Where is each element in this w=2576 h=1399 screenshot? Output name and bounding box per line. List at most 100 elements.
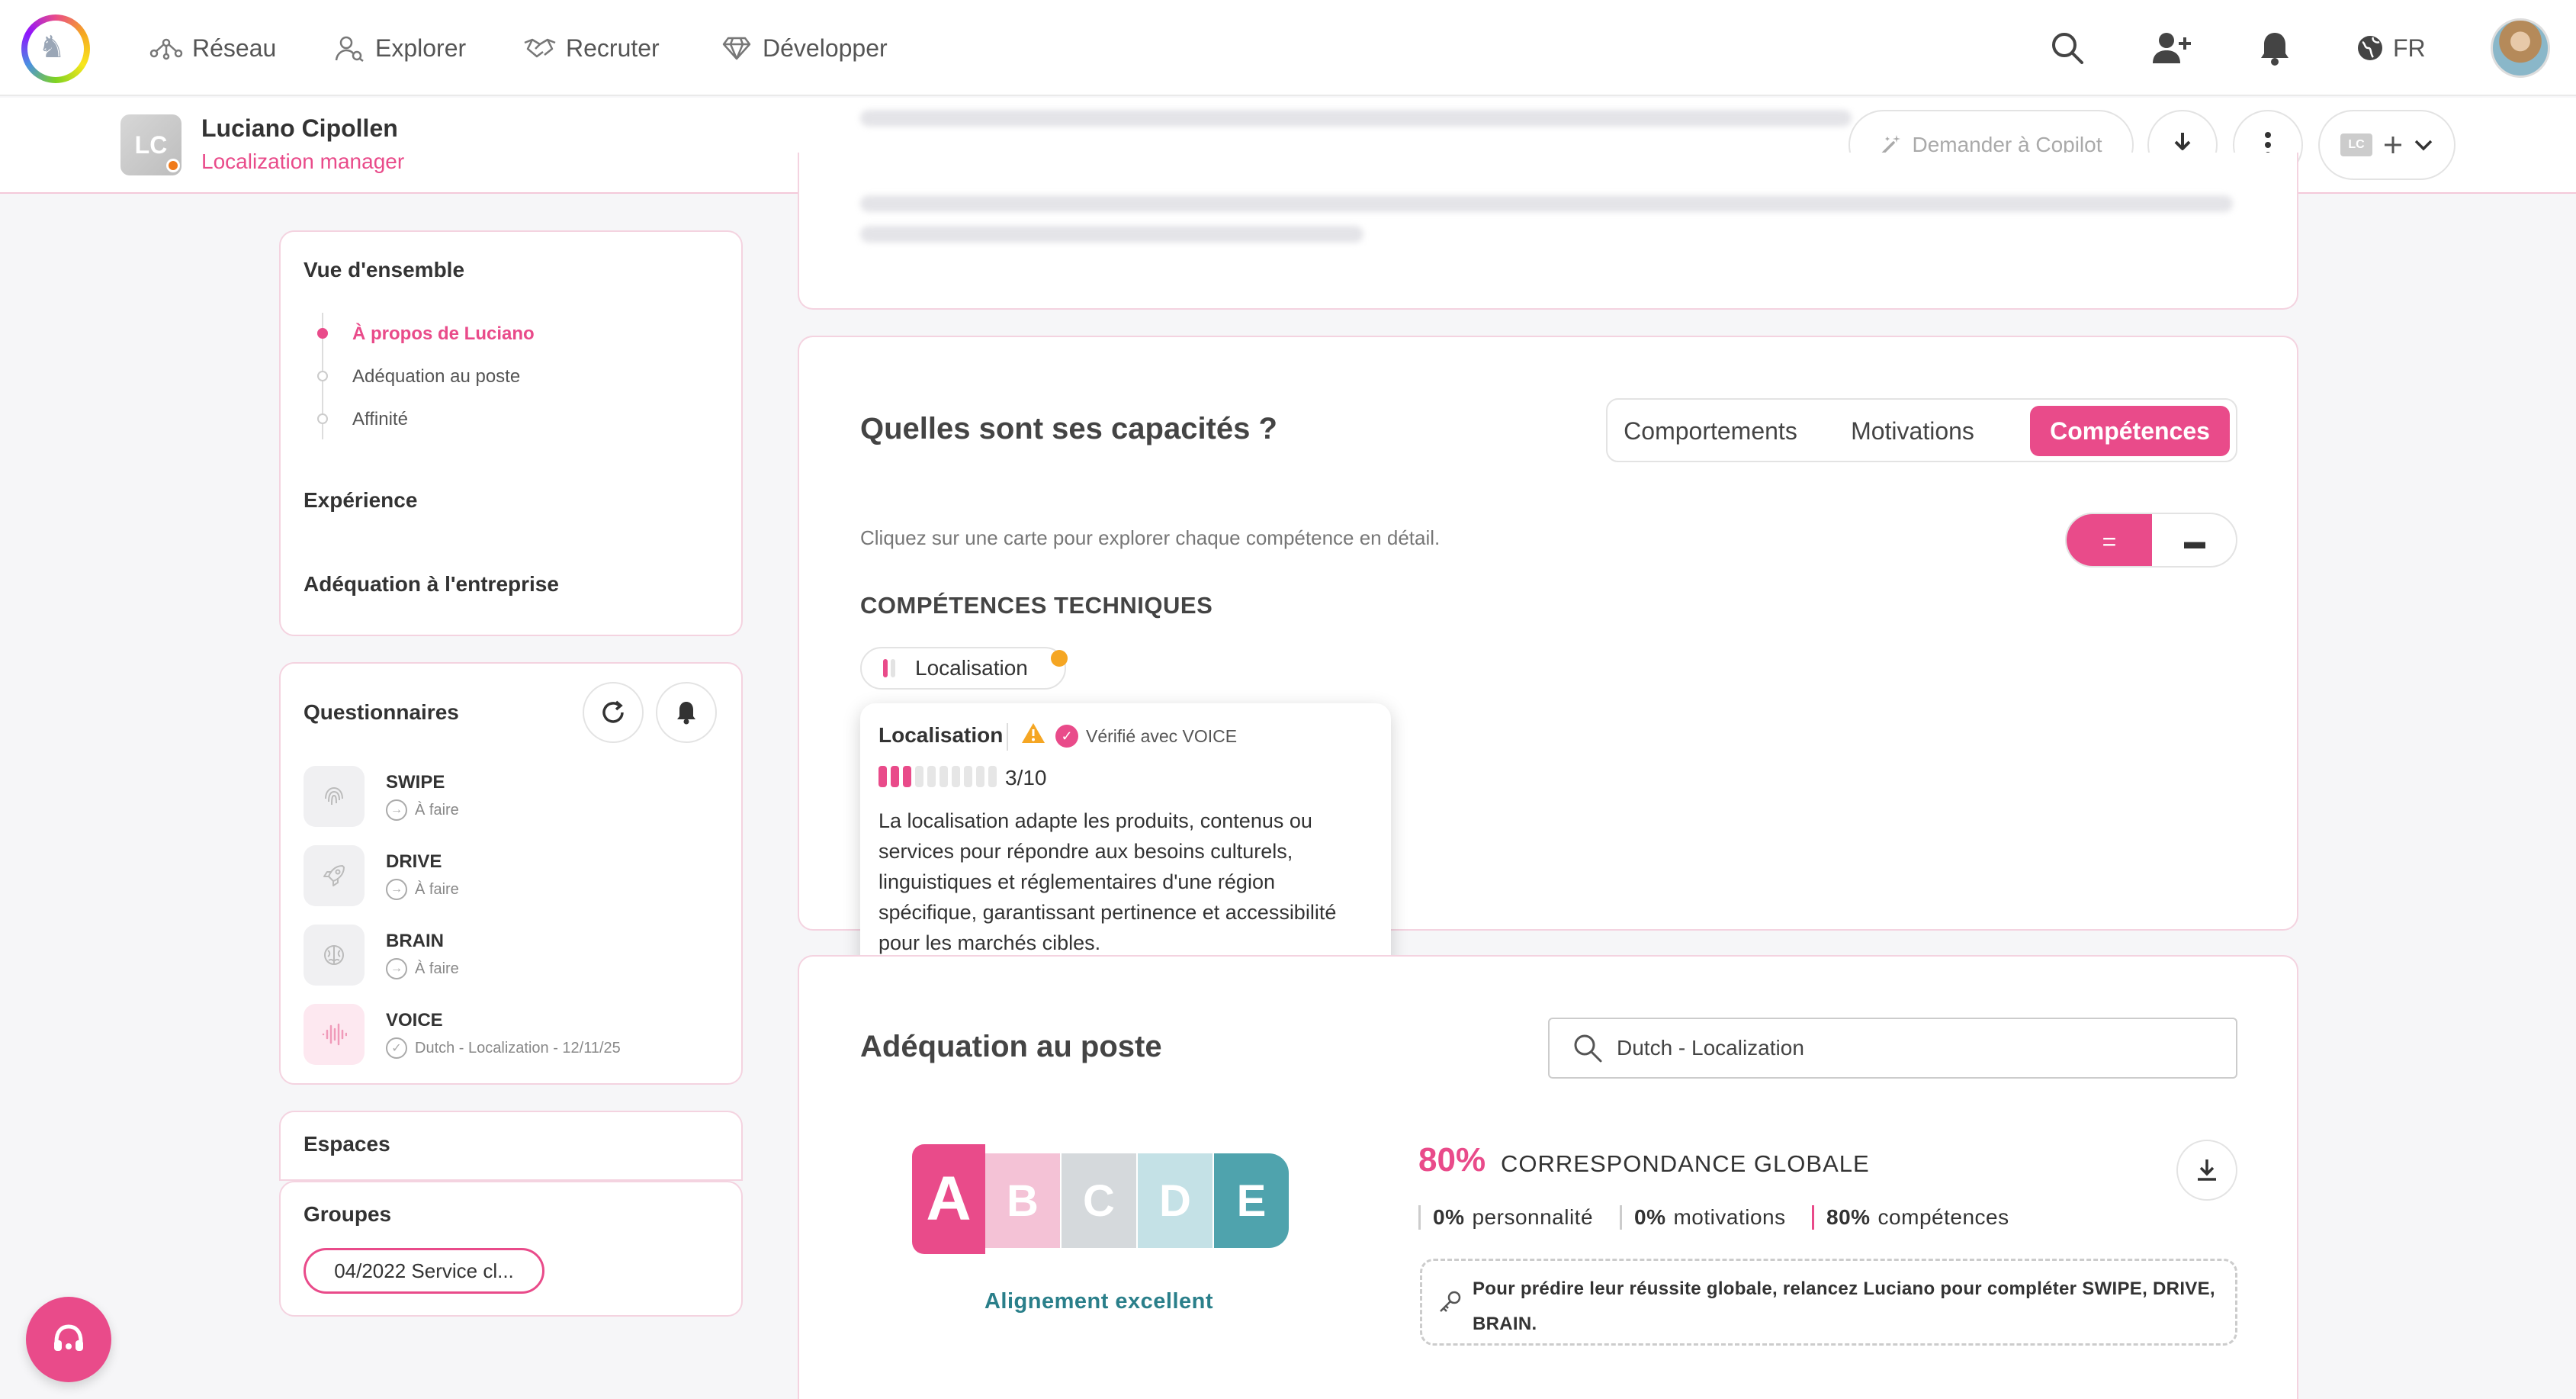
nav-explorer[interactable]: Explorer bbox=[332, 27, 466, 69]
capacities-tabs: Comportements Motivations Compétences bbox=[1606, 398, 2237, 462]
toc-item-affinity[interactable]: Affinité bbox=[352, 409, 408, 430]
people-search-icon bbox=[332, 34, 366, 62]
list-view-button[interactable]: = bbox=[2067, 514, 2152, 566]
blurred-text bbox=[860, 226, 1363, 243]
arrow-circle-icon: → bbox=[386, 799, 407, 821]
check-icon: ✓ bbox=[1055, 725, 1078, 748]
handshake-icon bbox=[523, 37, 557, 59]
questionnaire-name: SWIPE bbox=[386, 772, 445, 793]
status-text: À faire bbox=[415, 801, 459, 818]
user-avatar[interactable] bbox=[2491, 18, 2550, 78]
language-label: FR bbox=[2393, 34, 2426, 62]
spaces-title[interactable]: Espaces bbox=[304, 1132, 390, 1156]
sidebar-item-experience[interactable]: Expérience bbox=[304, 488, 417, 513]
level-bar bbox=[976, 766, 984, 787]
level-bar bbox=[952, 766, 960, 787]
brain-tile[interactable] bbox=[304, 925, 365, 986]
tab-motivations[interactable]: Motivations bbox=[1836, 406, 1989, 456]
level-bar bbox=[940, 766, 948, 787]
refresh-button[interactable] bbox=[583, 682, 644, 743]
level-bar bbox=[915, 766, 923, 787]
toc-item-job-fit[interactable]: Adéquation au poste bbox=[352, 366, 520, 388]
voice-wave-icon bbox=[322, 1023, 347, 1046]
sidebar-item-company-fit[interactable]: Adéquation à l'entreprise bbox=[304, 572, 559, 597]
match-percentage: 80% bbox=[1418, 1141, 1486, 1179]
nav-label: Explorer bbox=[375, 34, 467, 62]
app-logo[interactable]: ♞ bbox=[21, 14, 90, 83]
refresh-icon bbox=[602, 700, 624, 723]
swipe-tile[interactable] bbox=[304, 766, 365, 827]
add-to-list-button[interactable]: LC bbox=[2318, 110, 2456, 180]
match-label: CORRESPONDANCE GLOBALE bbox=[1501, 1150, 1870, 1177]
metric-label: personnalité bbox=[1472, 1205, 1594, 1229]
mini-initials: LC bbox=[2340, 133, 2372, 156]
level-bar bbox=[883, 659, 888, 677]
popup-title: Localisation bbox=[878, 723, 1004, 747]
tab-comportements[interactable]: Comportements bbox=[1623, 406, 1798, 456]
voice-tile[interactable] bbox=[304, 1004, 365, 1065]
globe-icon bbox=[2358, 36, 2382, 60]
level-bar bbox=[903, 766, 911, 787]
questionnaire-status: → À faire bbox=[386, 879, 459, 900]
language-selector[interactable]: FR bbox=[2356, 27, 2426, 69]
note-text: Pour prédire leur réussite globale, rela… bbox=[1473, 1278, 2215, 1334]
capacities-title: Quelles sont ses capacités ? bbox=[860, 412, 1277, 445]
level-bar bbox=[927, 766, 936, 787]
level-bar bbox=[891, 766, 899, 787]
overview-title: Vue d'ensemble bbox=[304, 258, 465, 281]
verified-badge: ✓ Vérifié avec VOICE bbox=[1055, 725, 1237, 748]
grade-e: E bbox=[1214, 1153, 1289, 1248]
tab-competences[interactable]: Compétences bbox=[2030, 406, 2230, 456]
nav-label: Réseau bbox=[192, 34, 277, 62]
headset-icon bbox=[54, 1324, 83, 1351]
drive-tile[interactable] bbox=[304, 845, 365, 906]
horse-logo-icon: ♞ bbox=[38, 31, 66, 64]
metric-motivations: 0% motivations bbox=[1620, 1205, 1786, 1230]
grade-c: C bbox=[1062, 1153, 1136, 1248]
toc-item-about[interactable]: À propos de Luciano bbox=[352, 323, 535, 345]
person-name: Luciano Cipollen bbox=[201, 114, 398, 142]
group-pill[interactable]: 04/2022 Service cl... bbox=[304, 1248, 544, 1294]
rocket-icon bbox=[323, 865, 345, 886]
download-icon bbox=[2198, 1159, 2216, 1181]
nav-reseau[interactable]: Réseau bbox=[149, 27, 276, 69]
search-button[interactable] bbox=[2045, 26, 2089, 70]
search-icon bbox=[1574, 1034, 1602, 1063]
toc-dot bbox=[317, 413, 328, 424]
grade-a: A bbox=[912, 1144, 985, 1254]
support-button[interactable] bbox=[26, 1297, 111, 1382]
stack-view-button[interactable]: ▬ bbox=[2152, 514, 2236, 566]
metric-personality: 0% personnalité bbox=[1418, 1205, 1593, 1230]
download-report-button[interactable] bbox=[2176, 1140, 2237, 1201]
job-search-input[interactable]: Dutch - Localization bbox=[1548, 1018, 2237, 1079]
questionnaire-status: → À faire bbox=[386, 799, 459, 821]
person-role: Localization manager bbox=[201, 150, 405, 173]
notifications-button[interactable] bbox=[2253, 26, 2297, 70]
questionnaire-status: ✓ Dutch - Localization - 12/11/25 bbox=[386, 1037, 621, 1059]
status-text: Dutch - Localization - 12/11/25 bbox=[415, 1039, 621, 1056]
metric-value: 0% bbox=[1634, 1205, 1666, 1229]
grade-d: D bbox=[1138, 1153, 1213, 1248]
reminder-button[interactable] bbox=[656, 682, 717, 743]
popup-score: 3/10 bbox=[1005, 766, 1047, 790]
blurred-text bbox=[860, 195, 2233, 212]
arrow-circle-icon: → bbox=[386, 879, 407, 900]
nav-recruter[interactable]: Recruter bbox=[523, 27, 660, 69]
fingerprint-icon bbox=[325, 786, 343, 806]
skill-chip-localisation[interactable]: Localisation bbox=[860, 647, 1066, 690]
nav-developper[interactable]: Développer bbox=[720, 27, 888, 69]
popup-separator bbox=[1007, 723, 1008, 751]
job-fit-title: Adéquation au poste bbox=[860, 1030, 1162, 1063]
capacities-hint: Cliquez sur une carte pour explorer chaq… bbox=[860, 526, 1441, 549]
add-user-button[interactable] bbox=[2149, 26, 2193, 70]
add-user-icon bbox=[2153, 33, 2191, 63]
metric-value: 80% bbox=[1826, 1205, 1871, 1229]
level-bar bbox=[988, 766, 997, 787]
status-text: À faire bbox=[415, 960, 459, 977]
blurred-text bbox=[860, 110, 1852, 127]
bell-icon bbox=[2261, 33, 2289, 66]
warning-dot bbox=[1051, 650, 1068, 667]
questionnaire-name: VOICE bbox=[386, 1010, 443, 1031]
grade-b: B bbox=[985, 1153, 1060, 1248]
questionnaire-status: → À faire bbox=[386, 958, 459, 979]
